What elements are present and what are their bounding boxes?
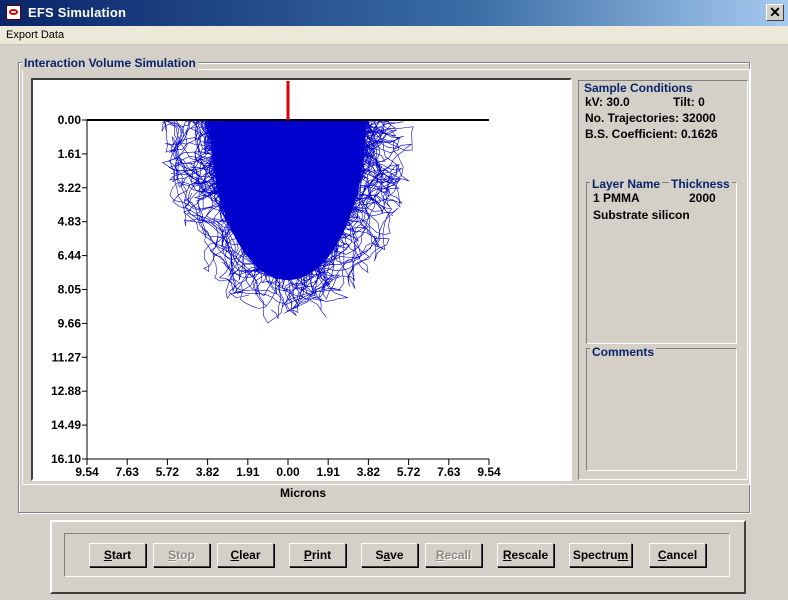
y-tick-label: 12.88 [51, 384, 81, 398]
simulation-group-title: Interaction Volume Simulation [22, 56, 198, 70]
x-tick-label: 1.91 [317, 465, 341, 479]
y-tick-label: 14.49 [51, 418, 81, 432]
menu-export-data[interactable]: Export Data [6, 29, 64, 41]
x-tick-label: 5.72 [397, 465, 421, 479]
clear-button[interactable]: Clear [217, 543, 274, 567]
trajectories-value: No. Trajectories: 32000 [585, 111, 716, 125]
x-tick-label: 9.54 [477, 465, 501, 479]
cancel-button[interactable]: Cancel [649, 543, 706, 567]
title-bar: EFS Simulation ✕ [0, 0, 788, 26]
thickness-header: Thickness [669, 177, 732, 191]
y-tick-label: 6.44 [58, 249, 82, 263]
y-tick-label: 16.10 [51, 452, 81, 466]
x-tick-label: 0.00 [276, 465, 300, 479]
print-button[interactable]: Print [289, 543, 346, 567]
bs-coefficient-value: B.S. Coefficient: 0.1626 [585, 127, 718, 141]
y-tick-label: 9.66 [58, 316, 82, 330]
layer-row-name: 1 PMMA [593, 191, 640, 205]
simulation-plot: 0.00 1.61 3.22 4.83 6.44 8.05 9.66 11.27 12.88 14… [31, 78, 572, 481]
layer-list[interactable] [586, 182, 737, 344]
x-tick-label: 1.91 [236, 465, 260, 479]
substrate-row: Substrate silicon [593, 208, 690, 222]
x-tick-label: 7.63 [116, 465, 140, 479]
y-tick-label: 8.05 [58, 283, 82, 297]
window-title: EFS Simulation [28, 5, 127, 20]
y-tick-label: 4.83 [58, 215, 82, 229]
spectrum-button[interactable]: Spectrum [569, 543, 632, 567]
comments-title: Comments [590, 345, 657, 359]
rescale-button[interactable]: Rescale [497, 543, 554, 567]
y-tick-label: 3.22 [58, 181, 82, 195]
x-tick-label: 5.72 [156, 465, 180, 479]
tilt-value: Tilt: 0 [673, 95, 705, 109]
x-tick-label: 9.54 [75, 465, 99, 479]
stop-button[interactable]: Stop [153, 543, 210, 567]
menu-bar: Export Data [0, 26, 788, 45]
trajectory-chart: 0.00 1.61 3.22 4.83 6.44 8.05 9.66 11.27 12.88 14… [51, 81, 501, 479]
recall-button[interactable]: Recall [425, 543, 482, 567]
y-tick-label: 1.61 [58, 147, 82, 161]
y-tick-label: 11.27 [52, 350, 82, 364]
app-icon[interactable] [6, 5, 21, 20]
start-button[interactable]: Start [89, 543, 146, 567]
kv-value: kV: 30.0 [585, 95, 630, 109]
y-tick-label: 0.00 [58, 113, 82, 127]
comments-box[interactable] [586, 348, 737, 471]
sample-conditions-title: Sample Conditions [582, 81, 695, 95]
x-tick-label: 3.82 [357, 465, 381, 479]
layer-row-thickness: 2000 [689, 191, 716, 205]
x-tick-label: 7.63 [437, 465, 461, 479]
x-axis-title: Microns [280, 486, 327, 500]
x-tick-label: 3.82 [196, 465, 220, 479]
layer-name-header: Layer Name [590, 177, 663, 191]
close-button[interactable]: ✕ [766, 4, 784, 21]
save-button[interactable]: Save [361, 543, 418, 567]
